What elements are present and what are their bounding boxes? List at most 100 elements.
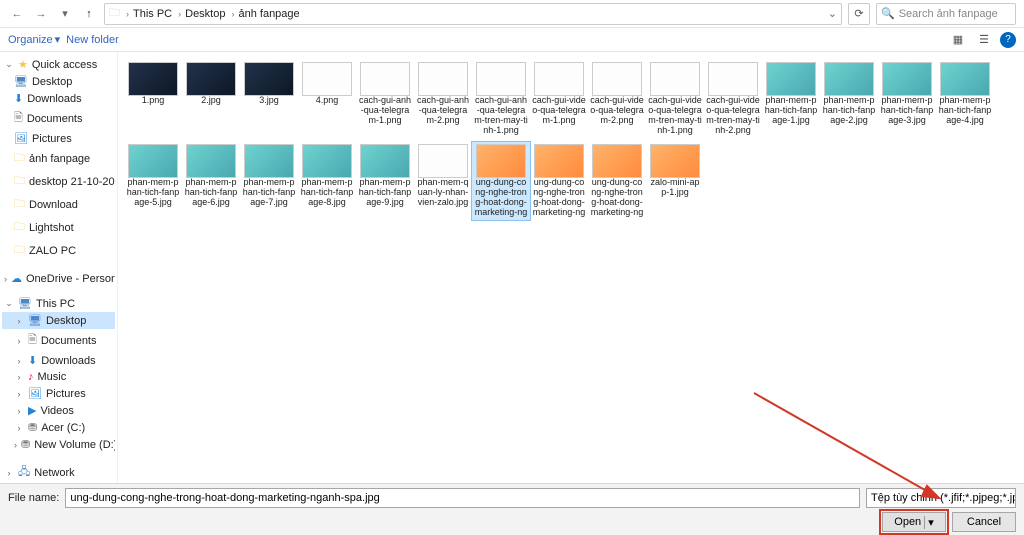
sidebar-item-documents[interactable]: 🗎Documents	[2, 107, 115, 130]
file-item[interactable]: cach-gui-anh-qua-telegram-2.png	[414, 60, 472, 138]
help-button[interactable]: ?	[1000, 32, 1016, 48]
file-item[interactable]: phan-mem-phan-tich-fanpage-9.jpg	[356, 142, 414, 220]
file-name-label: 1.png	[142, 96, 165, 136]
open-button[interactable]: Open▾	[882, 512, 946, 532]
breadcrumb[interactable]: This PC	[133, 8, 172, 20]
file-thumbnail	[302, 144, 352, 178]
sidebar-item-downloads[interactable]: ›⬇Downloads	[2, 352, 115, 369]
file-item[interactable]: ung-dung-cong-nghe-trong-hoat-dong-marke…	[588, 142, 646, 220]
file-item[interactable]: cach-gui-anh-qua-telegram-tren-may-tinh-…	[472, 60, 530, 138]
sidebar-item-folder[interactable]: 🗀Download	[2, 193, 115, 216]
file-item[interactable]: phan-mem-quan-ly-nhan-vien-zalo.jpg	[414, 142, 472, 220]
sidebar-item-drive-d[interactable]: ›⛃New Volume (D:)	[2, 436, 115, 453]
sidebar-quick-access[interactable]: ⌄★Quick access	[2, 56, 115, 73]
file-name-label: phan-mem-phan-tich-fanpage-2.jpg	[822, 96, 876, 136]
file-name-label: phan-mem-phan-tich-fanpage-8.jpg	[300, 178, 354, 218]
sidebar-item-downloads[interactable]: ⬇Downloads	[2, 90, 115, 107]
file-item[interactable]: zalo-mini-app-1.jpg	[646, 142, 704, 220]
network-icon: 🖧	[18, 463, 30, 482]
sidebar-onedrive[interactable]: ›☁OneDrive - Personal	[2, 270, 115, 287]
sidebar-item-desktop[interactable]: ›🖥Desktop	[2, 312, 115, 329]
file-name-label: phan-mem-phan-tich-fanpage-4.jpg	[938, 96, 992, 136]
file-name-label: File name:	[8, 492, 59, 504]
chevron-down-icon[interactable]: ⌄	[828, 7, 837, 20]
address-bar[interactable]: 🗀 ›This PC ›Desktop ›ảnh fanpage ⌄	[104, 3, 842, 25]
file-item[interactable]: cach-gui-video-qua-telegram-2.png	[588, 60, 646, 138]
file-thumbnail	[418, 62, 468, 96]
file-thumbnail	[360, 62, 410, 96]
file-name-label: phan-mem-phan-tich-fanpage-5.jpg	[126, 178, 180, 218]
file-item[interactable]: phan-mem-phan-tich-fanpage-8.jpg	[298, 142, 356, 220]
nav-back-button[interactable]: ←	[8, 5, 26, 23]
sidebar-item-pictures[interactable]: 🖼Pictures	[2, 130, 115, 147]
file-thumbnail	[824, 62, 874, 96]
file-item[interactable]: ung-dung-cong-nghe-trong-hoat-dong-marke…	[530, 142, 588, 220]
breadcrumb[interactable]: ảnh fanpage	[238, 8, 299, 20]
drive-icon: ⛃	[28, 421, 37, 434]
folder-icon: 🗀	[14, 149, 25, 168]
file-item[interactable]: phan-mem-phan-tich-fanpage-7.jpg	[240, 142, 298, 220]
sidebar-item-folder[interactable]: 🗀ZALO PC	[2, 239, 115, 262]
nav-recent-dropdown[interactable]: ▾	[56, 5, 74, 23]
file-thumbnail	[302, 62, 352, 96]
folder-icon: 🗀	[14, 195, 25, 214]
file-item[interactable]: 4.png	[298, 60, 356, 138]
view-large-icons-button[interactable]: ▦	[948, 31, 968, 49]
file-item[interactable]: 3.jpg	[240, 60, 298, 138]
file-name-label: cach-gui-video-qua-telegram-2.png	[590, 96, 644, 136]
sidebar-item-videos[interactable]: ›▶Videos	[2, 402, 115, 419]
sidebar-item-folder[interactable]: 🗀desktop 21-10-202	[2, 170, 115, 193]
refresh-button[interactable]: ⟳	[848, 3, 870, 25]
search-placeholder: Search ảnh fanpage	[899, 8, 998, 20]
nav-forward-button[interactable]: →	[32, 5, 50, 23]
sidebar-this-pc[interactable]: ⌄🖥This PC	[2, 295, 115, 312]
folder-icon: 🗀	[14, 218, 25, 237]
file-name-input[interactable]	[65, 488, 860, 508]
new-folder-button[interactable]: New folder	[66, 34, 119, 46]
file-item[interactable]: phan-mem-phan-tich-fanpage-6.jpg	[182, 142, 240, 220]
folder-icon: 🗀	[14, 172, 25, 191]
sidebar-item-folder[interactable]: 🗀ảnh fanpage	[2, 147, 115, 170]
pictures-icon: 🖼	[28, 387, 42, 400]
sidebar-item-pictures[interactable]: ›🖼Pictures	[2, 385, 115, 402]
nav-up-button[interactable]: ↑	[80, 5, 98, 23]
file-type-filter[interactable]: Tệp tùy chỉnh (*.jfif;*.pjpeg;*.jp▾	[866, 488, 1016, 508]
file-thumbnail	[186, 144, 236, 178]
file-thumbnail	[650, 62, 700, 96]
view-details-button[interactable]: ☰	[974, 31, 994, 49]
star-icon: ★	[18, 58, 28, 71]
chevron-down-icon: ▾	[924, 516, 934, 529]
file-item[interactable]: cach-gui-anh-qua-telegram-1.png	[356, 60, 414, 138]
file-item[interactable]: 2.jpg	[182, 60, 240, 138]
sidebar-item-folder[interactable]: 🗀Lightshot	[2, 216, 115, 239]
breadcrumb[interactable]: Desktop	[185, 8, 225, 20]
file-name-label: cach-gui-video-qua-telegram-tren-may-tin…	[648, 96, 702, 136]
file-item[interactable]: cach-gui-video-qua-telegram-tren-may-tin…	[646, 60, 704, 138]
file-item[interactable]: phan-mem-phan-tich-fanpage-2.jpg	[820, 60, 878, 138]
file-name-label: zalo-mini-app-1.jpg	[648, 178, 702, 218]
file-item[interactable]: 1.png	[124, 60, 182, 138]
pc-icon: 🖥	[18, 297, 32, 310]
file-item[interactable]: phan-mem-phan-tich-fanpage-3.jpg	[878, 60, 936, 138]
file-name-label: phan-mem-phan-tich-fanpage-3.jpg	[880, 96, 934, 136]
sidebar-item-documents[interactable]: ›🗎Documents	[2, 329, 115, 352]
search-input[interactable]: 🔍 Search ảnh fanpage	[876, 3, 1016, 25]
file-item[interactable]: phan-mem-phan-tich-fanpage-4.jpg	[936, 60, 994, 138]
file-item[interactable]: phan-mem-phan-tich-fanpage-1.jpg	[762, 60, 820, 138]
file-item[interactable]: ung-dung-cong-nghe-trong-hoat-dong-marke…	[472, 142, 530, 220]
file-item[interactable]: phan-mem-phan-tich-fanpage-5.jpg	[124, 142, 182, 220]
sidebar-network[interactable]: ›🖧Network	[2, 461, 115, 483]
file-grid[interactable]: 1.png2.jpg3.jpg4.pngcach-gui-anh-qua-tel…	[118, 52, 1024, 483]
sidebar-item-desktop[interactable]: 🖥Desktop	[2, 73, 115, 90]
sidebar-item-drive-c[interactable]: ›⛃Acer (C:)	[2, 419, 115, 436]
sidebar-item-music[interactable]: ›♪Music	[2, 369, 115, 385]
file-item[interactable]: cach-gui-video-qua-telegram-tren-may-tin…	[704, 60, 762, 138]
file-name-label: 2.jpg	[201, 96, 221, 136]
file-thumbnail	[360, 144, 410, 178]
cancel-button[interactable]: Cancel	[952, 512, 1016, 532]
organize-menu[interactable]: Organize ▾	[8, 33, 60, 46]
file-name-label: cach-gui-anh-qua-telegram-tren-may-tinh-…	[474, 96, 528, 136]
file-name-label: cach-gui-anh-qua-telegram-2.png	[416, 96, 470, 136]
file-thumbnail	[534, 144, 584, 178]
file-item[interactable]: cach-gui-video-qua-telegram-1.png	[530, 60, 588, 138]
